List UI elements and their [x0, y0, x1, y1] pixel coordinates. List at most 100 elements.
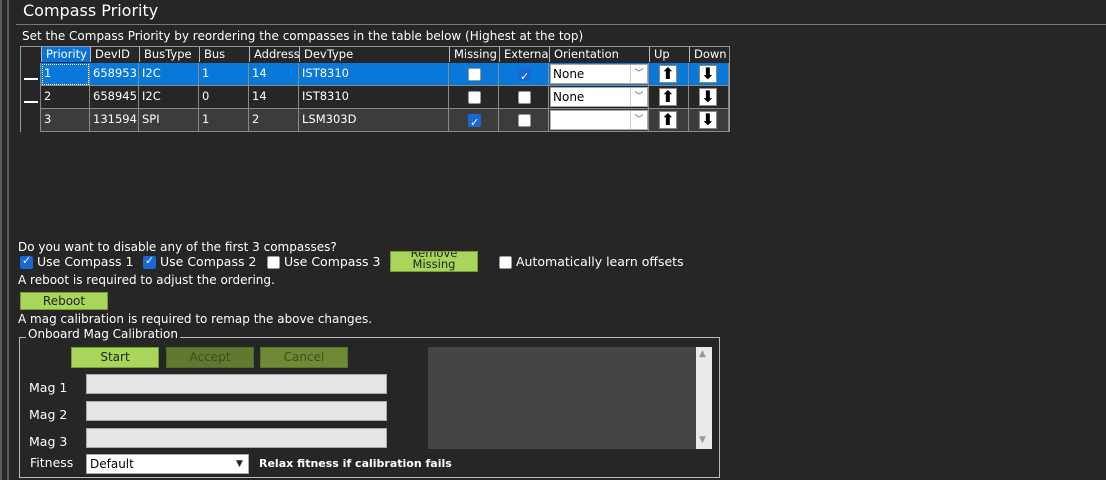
fitness-select[interactable]: Default ▼ — [86, 454, 249, 474]
header-up[interactable]: Up — [649, 47, 689, 62]
cell-bustype[interactable]: I2C — [139, 63, 199, 86]
cell-devtype[interactable]: LSM303D — [299, 109, 449, 132]
compass-priority-table[interactable]: Priority DevID BusType Bus Address DevTy… — [20, 46, 730, 132]
missing-checkbox[interactable] — [468, 91, 481, 104]
external-checkbox[interactable] — [518, 91, 531, 104]
page-title: Compass Priority — [23, 1, 159, 20]
reboot-note: A reboot is required to adjust the order… — [18, 273, 275, 287]
table-row[interactable]: 2 658945 I2C 0 14 IST8310 None ﹀ ⬆ ⬇ — [21, 78, 729, 109]
accept-button[interactable]: Accept — [166, 347, 254, 368]
header-bus[interactable]: Bus — [199, 47, 249, 62]
orientation-select[interactable]: None ﹀ — [550, 87, 648, 107]
title-divider — [16, 24, 1106, 25]
auto-learn-checkbox[interactable] — [499, 256, 512, 269]
cell-up: ⬆ — [649, 63, 689, 86]
use-compass-1-label[interactable]: Use Compass 1 — [37, 254, 133, 269]
cancel-button[interactable]: Cancel — [260, 347, 348, 368]
auto-learn-label[interactable]: Automatically learn offsets — [516, 254, 684, 269]
table-header: Priority DevID BusType Bus Address DevTy… — [21, 47, 729, 62]
mag2-progress-bar — [86, 401, 387, 421]
move-up-button[interactable]: ⬆ — [659, 88, 677, 106]
cell-priority[interactable]: 3 — [41, 109, 90, 132]
header-external[interactable]: External — [499, 47, 549, 62]
cell-bustype[interactable]: SPI — [139, 109, 199, 132]
cell-address[interactable]: 2 — [249, 109, 299, 132]
chevron-down-icon[interactable]: ﹀ — [630, 65, 647, 83]
header-priority[interactable]: Priority — [41, 47, 90, 62]
chevron-down-icon[interactable]: ▼ — [231, 455, 248, 473]
move-down-button[interactable]: ⬇ — [699, 88, 717, 106]
use-compass-1-checkbox[interactable] — [20, 254, 33, 269]
cell-devid[interactable]: 658945 — [90, 86, 139, 109]
cell-devtype[interactable]: IST8310 — [299, 86, 449, 109]
window-border-left — [0, 0, 2, 480]
table-row[interactable]: 1 658953 I2C 1 14 IST8310 None ﹀ ⬆ ⬇ — [21, 63, 729, 86]
cell-priority[interactable]: 1 — [41, 63, 90, 86]
use-compass-3-label[interactable]: Use Compass 3 — [284, 254, 380, 269]
orientation-select[interactable]: ﹀ — [550, 110, 648, 130]
chevron-down-icon[interactable]: ﹀ — [630, 111, 647, 129]
table-row[interactable]: 3 131594 SPI 1 2 LSM303D ﹀ ⬆ ⬇ — [21, 101, 729, 132]
external-checkbox[interactable] — [518, 66, 531, 85]
cell-address[interactable]: 14 — [249, 63, 299, 86]
cell-bus[interactable]: 1 — [199, 109, 249, 132]
row-header[interactable] — [21, 101, 41, 132]
header-orientation[interactable]: Orientation — [549, 47, 649, 62]
mag1-label: Mag 1 — [29, 380, 68, 395]
cell-down: ⬇ — [689, 109, 729, 132]
cell-bus[interactable]: 0 — [199, 86, 249, 109]
header-address[interactable]: Address — [249, 47, 299, 62]
cell-devtype[interactable]: IST8310 — [299, 63, 449, 86]
cell-external — [499, 63, 549, 86]
orientation-select[interactable]: None ﹀ — [550, 64, 648, 84]
mag3-progress-bar — [86, 428, 387, 448]
mag1-progress-bar — [86, 374, 387, 394]
move-down-button[interactable]: ⬇ — [699, 111, 717, 129]
mag3-label: Mag 3 — [29, 434, 68, 449]
cell-bustype[interactable]: I2C — [139, 86, 199, 109]
chevron-down-icon[interactable]: ﹀ — [630, 88, 647, 106]
header-devtype[interactable]: DevType — [299, 47, 449, 62]
remove-missing-button[interactable]: Remove Missing — [390, 251, 478, 272]
scroll-up-icon[interactable]: ▲ — [699, 349, 706, 359]
move-up-button[interactable]: ⬆ — [659, 111, 677, 129]
mag2-label: Mag 2 — [29, 407, 68, 422]
row-header[interactable] — [21, 63, 41, 86]
move-up-button[interactable]: ⬆ — [659, 65, 677, 83]
use-compass-2-label[interactable]: Use Compass 2 — [160, 254, 256, 269]
cell-priority[interactable]: 2 — [41, 86, 90, 109]
use-compass-2-checkbox[interactable] — [143, 254, 156, 269]
reboot-button[interactable]: Reboot — [20, 292, 108, 310]
header-down[interactable]: Down — [689, 47, 729, 62]
cell-down: ⬇ — [689, 63, 729, 86]
cell-external — [499, 86, 549, 109]
log-scrollbar[interactable]: ▲ ▼ — [696, 347, 712, 449]
header-missing[interactable]: Missing — [449, 47, 499, 62]
header-devid[interactable]: DevID — [90, 47, 139, 62]
cell-bus[interactable]: 1 — [199, 63, 249, 86]
cell-orientation: ﹀ — [549, 109, 649, 132]
cell-external — [499, 109, 549, 132]
use-compass-3-checkbox[interactable] — [267, 256, 280, 269]
cell-address[interactable]: 14 — [249, 86, 299, 109]
mag-cal-note: A mag calibration is required to remap t… — [18, 312, 373, 326]
missing-checkbox[interactable] — [468, 112, 481, 131]
start-button[interactable]: Start — [71, 347, 159, 368]
row-header[interactable] — [21, 78, 41, 109]
cell-orientation: None ﹀ — [549, 86, 649, 109]
cell-missing — [449, 86, 499, 109]
cell-devid[interactable]: 658953 — [90, 63, 139, 86]
move-down-button[interactable]: ⬇ — [699, 65, 717, 83]
header-bustype[interactable]: BusType — [139, 47, 199, 62]
fitness-value: Default — [90, 457, 134, 471]
calibration-log-textbox[interactable] — [428, 347, 712, 449]
cell-orientation: None ﹀ — [549, 63, 649, 86]
external-checkbox[interactable] — [518, 114, 531, 127]
cell-missing — [449, 63, 499, 86]
scroll-down-icon[interactable]: ▼ — [699, 435, 706, 445]
cell-up: ⬆ — [649, 86, 689, 109]
cell-up: ⬆ — [649, 109, 689, 132]
remove-missing-label: Remove Missing — [410, 251, 458, 271]
missing-checkbox[interactable] — [468, 68, 481, 81]
cell-devid[interactable]: 131594 — [90, 109, 139, 132]
